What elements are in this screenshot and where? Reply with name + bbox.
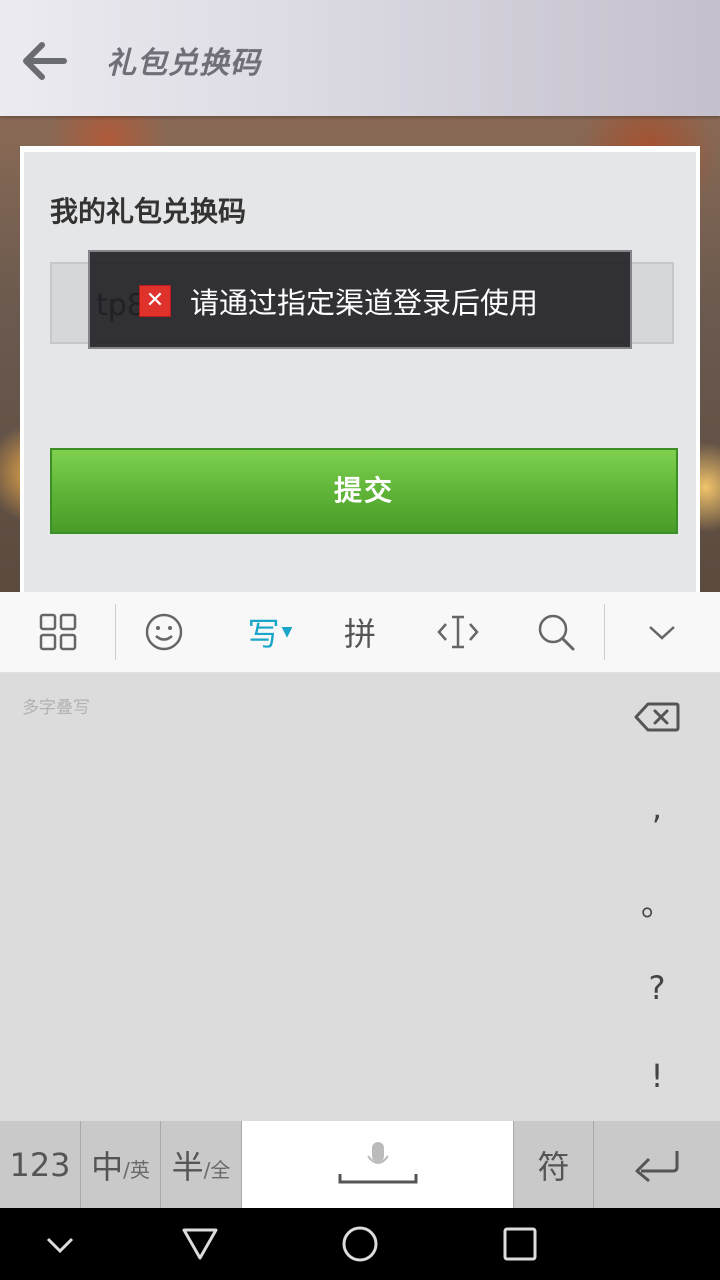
space-key[interactable] bbox=[242, 1121, 514, 1208]
comma-key[interactable]: , bbox=[612, 789, 702, 827]
app-header: 礼包兑换码 bbox=[0, 0, 720, 116]
redeem-panel: 我的礼包兑换码 tp8 提交 bbox=[20, 146, 700, 592]
numbers-key[interactable]: 123 bbox=[0, 1121, 81, 1208]
nav-recents-button[interactable] bbox=[500, 1224, 540, 1264]
grid-menu-icon bbox=[39, 613, 77, 651]
enter-key[interactable] bbox=[594, 1121, 720, 1208]
chevron-down-icon bbox=[46, 1237, 74, 1254]
collapse-keyboard-icon bbox=[649, 626, 675, 640]
search-button[interactable] bbox=[516, 592, 596, 672]
circle-home-icon bbox=[342, 1226, 378, 1262]
system-navigation-bar bbox=[0, 1208, 720, 1280]
redeem-panel-body: 我的礼包兑换码 tp8 提交 bbox=[24, 152, 696, 592]
cursor-edit-button[interactable] bbox=[418, 592, 498, 672]
arrow-left-icon bbox=[23, 42, 67, 80]
keyboard-toolbar: 写 ▼ 拼 bbox=[0, 592, 720, 673]
toolbar-divider bbox=[604, 604, 605, 660]
nav-back-button[interactable] bbox=[180, 1224, 220, 1264]
language-main-label: 中 bbox=[91, 1147, 124, 1186]
handwriting-mode-label: 写 bbox=[247, 615, 280, 653]
submit-button[interactable]: 提交 bbox=[50, 448, 678, 534]
error-toast: ✕ 请通过指定渠道登录后使用 bbox=[88, 250, 632, 349]
square-recents-icon bbox=[503, 1227, 537, 1261]
emoji-button[interactable] bbox=[124, 592, 204, 672]
exclamation-key[interactable]: ! bbox=[612, 1057, 702, 1095]
grid-menu-button[interactable] bbox=[18, 592, 98, 672]
handwriting-area[interactable]: 多字叠写 , 。 ? ! bbox=[0, 673, 720, 1121]
question-key[interactable]: ? bbox=[612, 969, 702, 1007]
collapse-keyboard-button[interactable] bbox=[622, 592, 702, 672]
back-button[interactable] bbox=[18, 36, 68, 86]
panel-title: 我的礼包兑换码 bbox=[50, 195, 247, 228]
handwriting-mode-button[interactable]: 写 ▼ bbox=[228, 592, 312, 672]
numbers-key-label: 123 bbox=[9, 1145, 71, 1184]
delete-button[interactable] bbox=[634, 701, 680, 737]
enter-icon bbox=[635, 1150, 679, 1182]
symbol-key-label: 符 bbox=[537, 1147, 570, 1186]
symbol-key[interactable]: 符 bbox=[514, 1121, 594, 1208]
language-toggle-key[interactable]: 中 /英 bbox=[81, 1121, 161, 1208]
caret-down-icon: ▼ bbox=[281, 624, 293, 640]
width-main-label: 半 bbox=[171, 1147, 204, 1186]
pinyin-mode-button[interactable]: 拼 bbox=[320, 592, 400, 672]
triangle-back-icon bbox=[182, 1228, 218, 1260]
nav-home-button[interactable] bbox=[340, 1224, 380, 1264]
backspace-icon bbox=[634, 702, 680, 732]
toolbar-divider bbox=[115, 604, 116, 660]
error-x-icon: ✕ bbox=[139, 285, 171, 317]
width-sub-label: /全 bbox=[203, 1158, 231, 1182]
search-icon bbox=[538, 614, 575, 651]
period-key[interactable]: 。 bbox=[612, 879, 702, 925]
microphone-space-icon bbox=[338, 1141, 417, 1183]
cursor-edit-icon bbox=[437, 615, 479, 649]
pinyin-mode-label: 拼 bbox=[343, 615, 376, 653]
nav-hide-keyboard-button[interactable] bbox=[40, 1224, 80, 1264]
width-toggle-key[interactable]: 半 /全 bbox=[161, 1121, 242, 1208]
handwriting-hint: 多字叠写 bbox=[22, 698, 90, 718]
toast-message: 请通过指定渠道登录后使用 bbox=[190, 286, 539, 320]
language-sub-label: /英 bbox=[123, 1158, 150, 1182]
emoji-icon bbox=[145, 613, 183, 651]
keyboard-bottom-row: 123 中 /英 半 /全 符 bbox=[0, 1121, 720, 1208]
page-title: 礼包兑换码 bbox=[106, 46, 261, 81]
